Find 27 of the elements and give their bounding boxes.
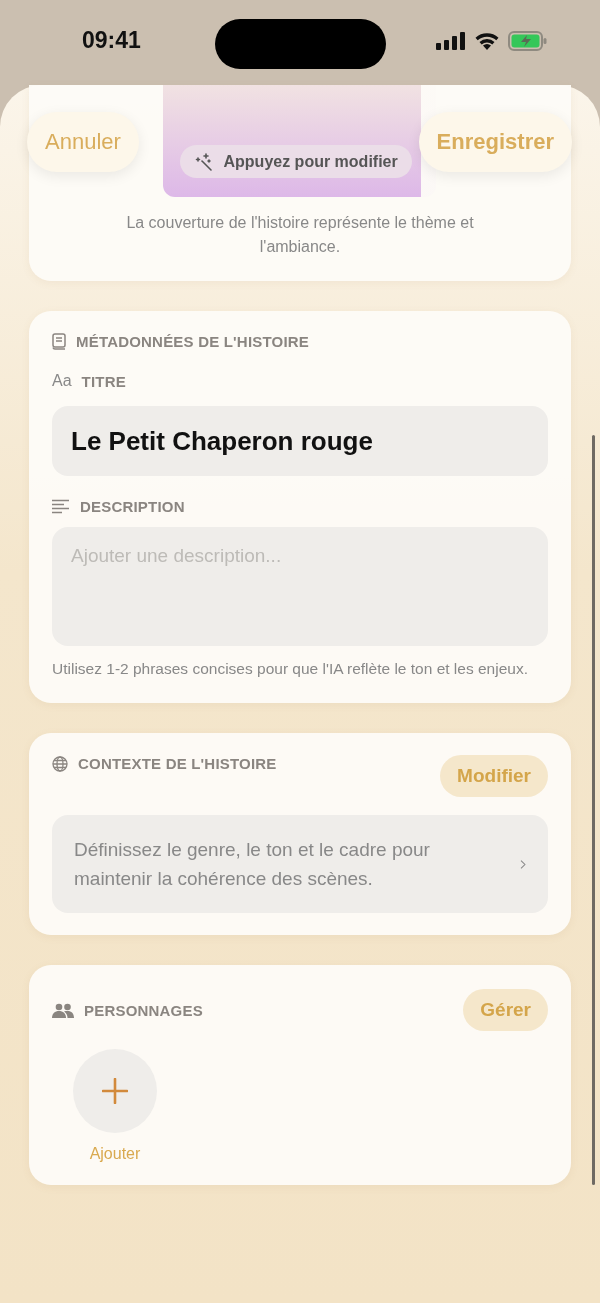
section-heading: CONTEXTE DE L'HISTOIRE [78, 755, 277, 772]
edit-cover-button[interactable]: Appuyez pour modifier [179, 145, 412, 178]
help-text: Utilisez 1-2 phrases concises pour que l'IA reflète le ton et les enjeux. [52, 659, 529, 679]
plus-icon [102, 1078, 128, 1104]
magic-wand-icon [193, 151, 214, 172]
title-field[interactable]: Le Petit Chaperon rouge [52, 406, 548, 476]
people-icon [52, 1002, 74, 1018]
section-heading: PERSONNAGES [84, 1001, 203, 1019]
field-label: DESCRIPTION [80, 498, 185, 515]
status-time: 09:41 [82, 27, 141, 54]
field-label: TITRE [81, 372, 126, 390]
wifi-icon [474, 31, 500, 50]
save-button[interactable]: Enregistrer [418, 112, 572, 172]
context-row[interactable]: Définissez le genre, le ton et le cadre pour maintenir la cohérence des scènes. [52, 815, 548, 913]
text-lines-icon [52, 499, 70, 514]
edit-button[interactable]: Modifier [440, 755, 548, 797]
signal-icon [436, 31, 466, 50]
cover-caption: La couverture de l'histoire représente le thème et l'ambiance. [125, 213, 475, 257]
cancel-button[interactable]: Annuler [27, 112, 139, 172]
cover-image[interactable]: Appuyez pour modifier [162, 85, 436, 197]
globe-icon [52, 755, 68, 772]
text-icon: Aa [52, 372, 72, 390]
section-heading: MÉTADONNÉES DE L'HISTOIRE [76, 333, 310, 350]
battery-icon [508, 30, 548, 51]
add-label: Ajouter [89, 1145, 141, 1163]
book-icon [52, 333, 66, 350]
manage-button[interactable]: Gérer [463, 989, 548, 1031]
